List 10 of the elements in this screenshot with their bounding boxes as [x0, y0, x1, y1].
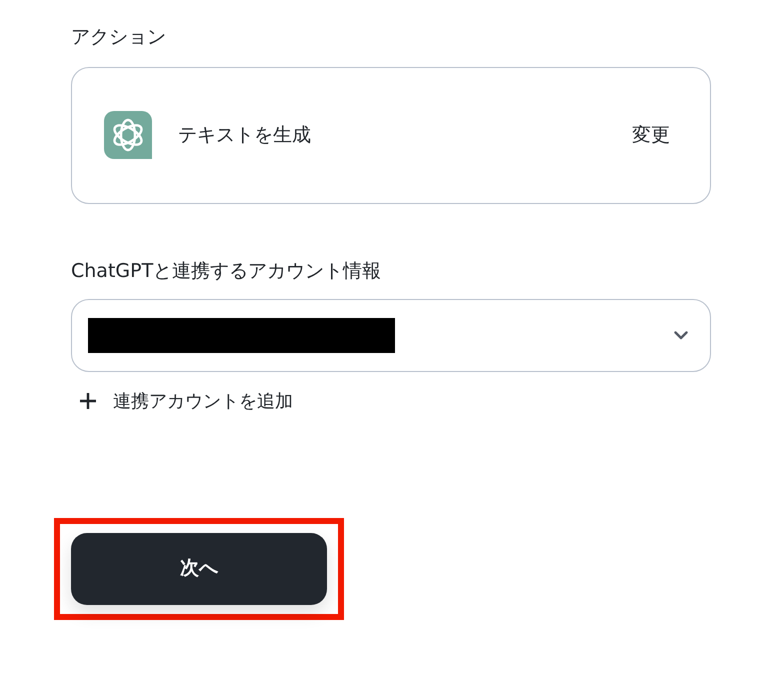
section-heading: ChatGPTと連携するアカウント情報	[71, 260, 382, 283]
account-select[interactable]	[71, 298, 711, 372]
section-heading: アクション	[71, 26, 167, 49]
add-account-link[interactable]: 連携アカウントを追加	[71, 388, 293, 415]
chevron-down-icon	[674, 330, 688, 340]
change-link[interactable]: 変更	[632, 121, 670, 150]
action-label: テキストを生成	[178, 123, 311, 148]
knot-icon	[104, 111, 152, 160]
plus-icon	[79, 392, 97, 410]
next-button[interactable]: 次へ	[71, 532, 327, 605]
